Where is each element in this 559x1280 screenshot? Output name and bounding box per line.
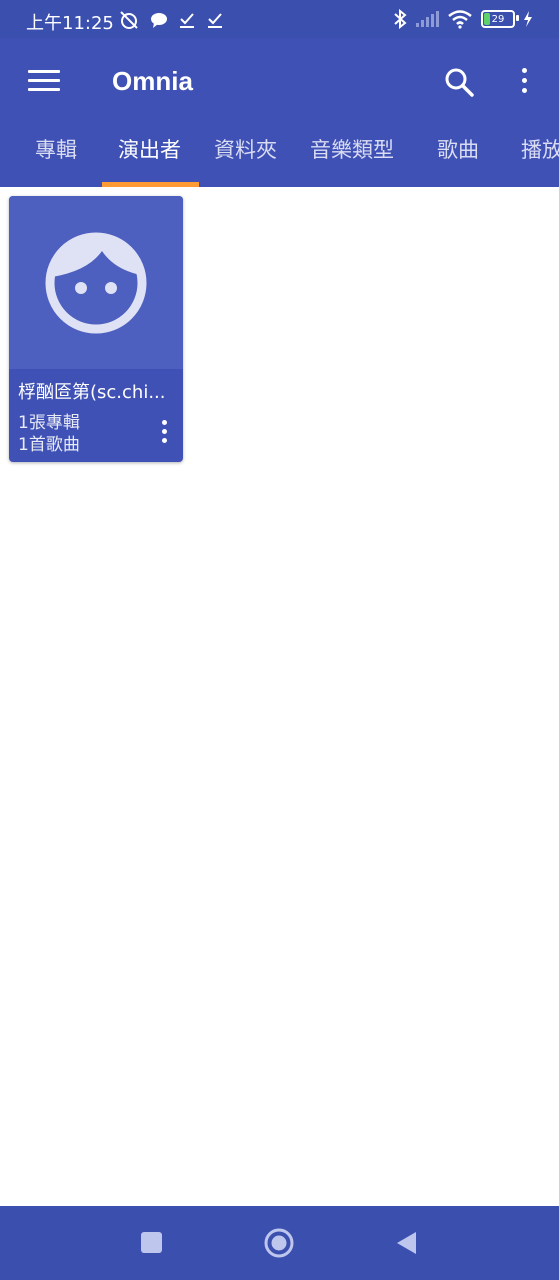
tab-folders[interactable]: 資料夾: [214, 134, 277, 164]
artist-name: 桴酗匼第(sc.chi...: [18, 382, 166, 403]
back-button[interactable]: [395, 1230, 417, 1256]
tab-bar: 專輯 演出者 資料夾 音樂類型 歌曲 播放: [0, 126, 559, 187]
artist-more-icon[interactable]: [159, 420, 169, 448]
tab-indicator: [102, 182, 199, 187]
charging-bolt-icon: [524, 11, 532, 27]
app-bar: Omnia 專輯 演出者 資料夾 音樂類型 歌曲 播放: [0, 38, 559, 187]
tab-playlists[interactable]: 播放: [521, 134, 559, 164]
home-button[interactable]: [264, 1228, 294, 1258]
check-icon: [180, 13, 194, 28]
chat-bubble-icon: [151, 13, 167, 28]
tab-genres[interactable]: 音樂類型: [310, 134, 394, 164]
battery-level: 29: [491, 13, 505, 25]
menu-icon[interactable]: [28, 70, 60, 94]
bluetooth-icon: [394, 9, 407, 29]
app-title: Omnia: [112, 66, 193, 96]
artist-artwork: [9, 196, 183, 369]
wifi-icon: [448, 10, 472, 29]
signal-icon: [416, 11, 439, 27]
artist-card[interactable]: 桴酗匼第(sc.chi... 1張專輯 1首歌曲: [9, 196, 183, 462]
tab-songs[interactable]: 歌曲: [437, 134, 479, 164]
artist-avatar-icon: [45, 232, 147, 334]
battery-icon: 29: [481, 10, 519, 28]
status-time: 上午11:25: [26, 13, 114, 34]
tab-artists[interactable]: 演出者: [118, 134, 181, 164]
search-icon: [445, 68, 474, 97]
status-notification-icons: [118, 10, 224, 30]
search-button[interactable]: [443, 66, 475, 98]
alarm-off-icon: [120, 11, 138, 29]
artist-song-count: 1首歌曲: [18, 435, 80, 455]
recents-button[interactable]: [141, 1232, 162, 1253]
status-system-icons: 29: [393, 9, 533, 29]
system-nav-bar: [0, 1206, 559, 1280]
status-bar: 上午11:25 29: [0, 0, 559, 38]
more-options-icon[interactable]: [518, 68, 530, 96]
tab-albums[interactable]: 專輯: [35, 134, 77, 164]
check-icon: [208, 13, 222, 28]
